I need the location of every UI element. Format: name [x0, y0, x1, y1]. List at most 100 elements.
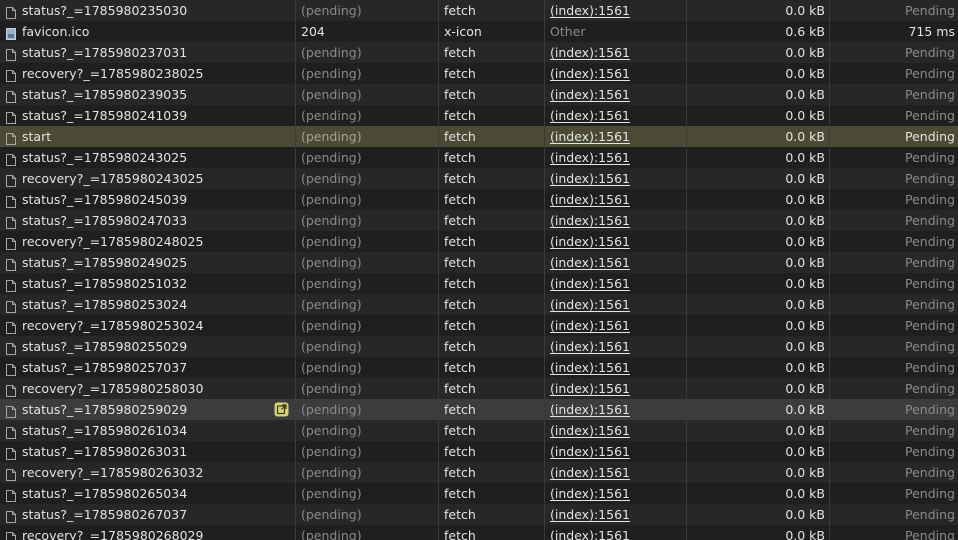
- request-name[interactable]: status?_=1785980261034: [0, 420, 295, 441]
- initiator-link[interactable]: (index):1561: [550, 402, 630, 417]
- request-name[interactable]: status?_=1785980255029: [0, 336, 295, 357]
- request-name[interactable]: recovery?_=1785980238025: [0, 63, 295, 84]
- request-row-9[interactable]: recovery?_=1785980243025 (pending) fetch…: [0, 168, 958, 189]
- request-name[interactable]: status?_=1785980239035: [0, 84, 295, 105]
- initiator-link[interactable]: (index):1561: [550, 255, 630, 270]
- request-name[interactable]: recovery?_=1785980268029: [0, 525, 295, 540]
- request-row-13[interactable]: status?_=1785980249025 (pending) fetch (…: [0, 252, 958, 273]
- request-name[interactable]: status?_=1785980243025: [0, 147, 295, 168]
- initiator-link[interactable]: (index):1561: [550, 423, 630, 438]
- request-time: Pending: [829, 315, 958, 336]
- request-initiator: (index):1561: [544, 126, 686, 147]
- request-name[interactable]: start: [0, 126, 295, 147]
- initiator-link[interactable]: (index):1561: [550, 276, 630, 291]
- request-name[interactable]: recovery?_=1785980253024: [0, 315, 295, 336]
- initiator-link[interactable]: (index):1561: [550, 528, 630, 540]
- request-row-6[interactable]: status?_=1785980241039 (pending) fetch (…: [0, 105, 958, 126]
- request-row-7[interactable]: start (pending) fetch (index):1561 0.0 k…: [0, 126, 958, 147]
- request-row-24[interactable]: status?_=1785980265034 (pending) fetch (…: [0, 483, 958, 504]
- initiator-link[interactable]: (index):1561: [550, 129, 630, 144]
- request-name[interactable]: status?_=1785980257037: [0, 357, 295, 378]
- initiator-link[interactable]: (index):1561: [550, 297, 630, 312]
- request-initiator: (index):1561: [544, 252, 686, 273]
- request-name[interactable]: recovery?_=1785980263032: [0, 462, 295, 483]
- initiator-link[interactable]: (index):1561: [550, 66, 630, 81]
- initiator-link[interactable]: (index):1561: [550, 381, 630, 396]
- request-name[interactable]: status?_=1785980235030: [0, 0, 295, 21]
- request-name[interactable]: status?_=1785980259029: [0, 399, 295, 420]
- request-row-21[interactable]: status?_=1785980261034 (pending) fetch (…: [0, 420, 958, 441]
- request-name[interactable]: status?_=1785980247033: [0, 210, 295, 231]
- request-type: fetch: [438, 420, 544, 441]
- request-size: 0.0 kB: [686, 336, 829, 357]
- request-name[interactable]: status?_=1785980249025: [0, 252, 295, 273]
- request-name[interactable]: status?_=1785980237031: [0, 42, 295, 63]
- request-row-22[interactable]: status?_=1785980263031 (pending) fetch (…: [0, 441, 958, 462]
- request-time: Pending: [829, 462, 958, 483]
- request-row-26[interactable]: recovery?_=1785980268029 (pending) fetch…: [0, 525, 958, 540]
- request-time: Pending: [829, 168, 958, 189]
- request-type: fetch: [438, 357, 544, 378]
- request-row-5[interactable]: status?_=1785980239035 (pending) fetch (…: [0, 84, 958, 105]
- request-row-10[interactable]: status?_=1785980245039 (pending) fetch (…: [0, 189, 958, 210]
- request-row-18[interactable]: status?_=1785980257037 (pending) fetch (…: [0, 357, 958, 378]
- initiator-link[interactable]: (index):1561: [550, 192, 630, 207]
- request-initiator: (index):1561: [544, 63, 686, 84]
- request-name[interactable]: status?_=1785980241039: [0, 105, 295, 126]
- request-status: (pending): [295, 336, 438, 357]
- request-row-11[interactable]: status?_=1785980247033 (pending) fetch (…: [0, 210, 958, 231]
- request-type: fetch: [438, 42, 544, 63]
- request-name[interactable]: status?_=1785980251032: [0, 273, 295, 294]
- network-request-table: status?_=1785980235030 (pending) fetch (…: [0, 0, 958, 540]
- request-status: (pending): [295, 273, 438, 294]
- request-name[interactable]: recovery?_=1785980243025: [0, 168, 295, 189]
- initiator-link[interactable]: (index):1561: [550, 339, 630, 354]
- request-row-4[interactable]: recovery?_=1785980238025 (pending) fetch…: [0, 63, 958, 84]
- request-initiator: (index):1561: [544, 420, 686, 441]
- initiator-link[interactable]: (index):1561: [550, 507, 630, 522]
- request-name[interactable]: recovery?_=1785980258030: [0, 378, 295, 399]
- request-row-20[interactable]: status?_=1785980259029 (pending) fetch (…: [0, 399, 958, 420]
- initiator-link[interactable]: (index):1561: [550, 213, 630, 228]
- request-name[interactable]: status?_=1785980245039: [0, 189, 295, 210]
- initiator-link[interactable]: (index):1561: [550, 234, 630, 249]
- request-row-25[interactable]: status?_=1785980267037 (pending) fetch (…: [0, 504, 958, 525]
- request-time: Pending: [829, 189, 958, 210]
- request-name[interactable]: favicon.ico: [0, 21, 295, 42]
- initiator-link[interactable]: (index):1561: [550, 318, 630, 333]
- request-row-1[interactable]: status?_=1785980235030 (pending) fetch (…: [0, 0, 958, 21]
- initiator-link[interactable]: (index):1561: [550, 150, 630, 165]
- request-type: fetch: [438, 0, 544, 21]
- request-row-3[interactable]: status?_=1785980237031 (pending) fetch (…: [0, 42, 958, 63]
- request-row-19[interactable]: recovery?_=1785980258030 (pending) fetch…: [0, 378, 958, 399]
- initiator-link[interactable]: (index):1561: [550, 360, 630, 375]
- request-type: fetch: [438, 294, 544, 315]
- initiator-link[interactable]: (index):1561: [550, 87, 630, 102]
- request-status: (pending): [295, 357, 438, 378]
- request-row-16[interactable]: recovery?_=1785980253024 (pending) fetch…: [0, 315, 958, 336]
- initiator-link[interactable]: (index):1561: [550, 486, 630, 501]
- initiator-link[interactable]: (index):1561: [550, 465, 630, 480]
- override-badge-icon[interactable]: [274, 402, 289, 417]
- request-name[interactable]: status?_=1785980253024: [0, 294, 295, 315]
- initiator-link[interactable]: (index):1561: [550, 45, 630, 60]
- initiator-link[interactable]: (index):1561: [550, 3, 630, 18]
- request-status: (pending): [295, 441, 438, 462]
- initiator-link[interactable]: (index):1561: [550, 108, 630, 123]
- request-name[interactable]: status?_=1785980263031: [0, 441, 295, 462]
- request-size: 0.0 kB: [686, 252, 829, 273]
- request-row-12[interactable]: recovery?_=1785980248025 (pending) fetch…: [0, 231, 958, 252]
- initiator-link[interactable]: (index):1561: [550, 444, 630, 459]
- request-row-14[interactable]: status?_=1785980251032 (pending) fetch (…: [0, 273, 958, 294]
- request-size: 0.0 kB: [686, 399, 829, 420]
- request-row-2[interactable]: favicon.ico 204 x-icon Other 0.6 kB 715 …: [0, 21, 958, 42]
- request-row-8[interactable]: status?_=1785980243025 (pending) fetch (…: [0, 147, 958, 168]
- request-row-15[interactable]: status?_=1785980253024 (pending) fetch (…: [0, 294, 958, 315]
- request-row-23[interactable]: recovery?_=1785980263032 (pending) fetch…: [0, 462, 958, 483]
- request-name[interactable]: recovery?_=1785980248025: [0, 231, 295, 252]
- request-type: fetch: [438, 189, 544, 210]
- request-row-17[interactable]: status?_=1785980255029 (pending) fetch (…: [0, 336, 958, 357]
- initiator-link[interactable]: (index):1561: [550, 171, 630, 186]
- request-name[interactable]: status?_=1785980267037: [0, 504, 295, 525]
- request-name[interactable]: status?_=1785980265034: [0, 483, 295, 504]
